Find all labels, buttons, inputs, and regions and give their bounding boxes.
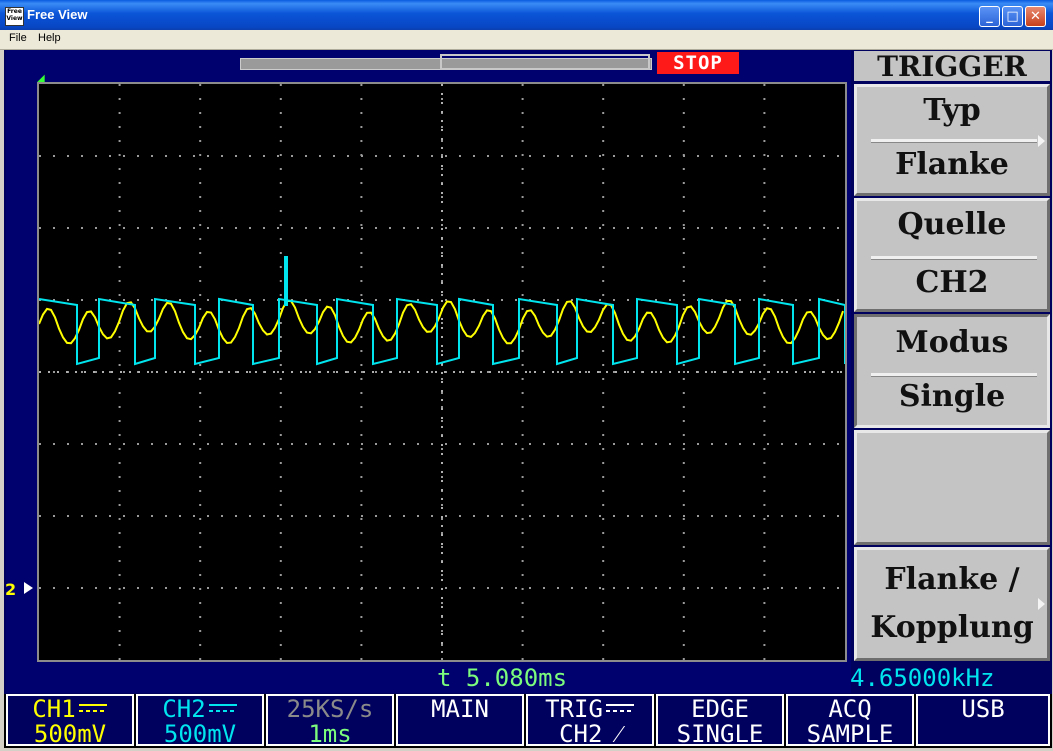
coupling-label: Kopplung xyxy=(870,610,1034,645)
main-status[interactable]: MAIN xyxy=(396,694,524,746)
ch2-scale: 500mV xyxy=(163,720,237,746)
separator xyxy=(871,139,1037,143)
source-label: Quelle xyxy=(897,207,1007,242)
menu-bar: File Help xyxy=(0,30,1053,50)
acq-status[interactable]: ACQ SAMPLE xyxy=(786,694,914,746)
timebase-value: 1ms xyxy=(308,720,352,746)
ch2-ground-marker: 2 xyxy=(5,580,17,599)
type-value: Flanke xyxy=(895,147,1009,182)
ground-arrow-icon xyxy=(24,582,33,594)
app-icon: Free View xyxy=(5,7,24,26)
ch1-status[interactable]: CH1 500mV xyxy=(6,694,134,746)
source-value: CH2 xyxy=(915,265,989,300)
acq-label: ACQ xyxy=(828,695,872,723)
ch1-label: CH1 xyxy=(32,695,76,723)
dc-coupling-icon xyxy=(605,704,634,712)
maximize-button[interactable]: □ xyxy=(1002,6,1023,27)
ch2-line: CH2 xyxy=(138,697,262,721)
window-title: Free View xyxy=(27,7,88,22)
frequency-readout: 4.65000kHz xyxy=(850,664,995,692)
ch1-line: CH1 xyxy=(8,697,132,721)
dc-coupling-icon xyxy=(208,704,237,712)
slope-coupling-button[interactable]: Flanke / Kopplung xyxy=(854,547,1050,661)
sample-rate: 25KS/s xyxy=(286,695,374,723)
edge-status[interactable]: EDGE SINGLE xyxy=(656,694,784,746)
trigger-source-button[interactable]: Quelle CH2 xyxy=(854,198,1050,312)
mode-value: Single xyxy=(898,379,1006,414)
trigger-status[interactable]: TRIG CH2 ⁄ xyxy=(526,694,654,746)
menu-help[interactable]: Help xyxy=(38,32,61,44)
waveform-plot xyxy=(39,84,845,660)
trigger-menu-title: TRIGGER xyxy=(854,51,1050,82)
ch2-status[interactable]: CH2 500mV xyxy=(136,694,264,746)
submenu-arrow-icon xyxy=(1038,135,1045,147)
menu-file[interactable]: File xyxy=(9,32,27,44)
trig-line: TRIG xyxy=(528,697,652,721)
graticule xyxy=(37,82,847,662)
trigger-type-button[interactable]: Typ Flanke xyxy=(854,84,1050,196)
title-bar: Free View Free View _ □ ✕ xyxy=(0,0,1053,30)
usb-status[interactable]: USB xyxy=(916,694,1050,746)
submenu-arrow-icon xyxy=(1038,598,1045,610)
ch1-scale: 500mV xyxy=(33,720,107,746)
run-state-badge: STOP xyxy=(657,52,739,74)
edge-mode: SINGLE xyxy=(676,720,764,746)
time-readout: t 5.080ms xyxy=(437,664,568,692)
close-button[interactable]: ✕ xyxy=(1025,6,1046,27)
empty-menu-button[interactable] xyxy=(854,430,1050,545)
mode-label: Modus xyxy=(895,325,1009,360)
status-bar: CH1 500mV CH2 500mV 25KS/s 1ms MAIN TRIG… xyxy=(4,694,1052,748)
trigger-mode-button[interactable]: Modus Single xyxy=(854,314,1050,428)
memory-window-marker xyxy=(440,54,650,70)
trig-source: CH2 ⁄ xyxy=(559,720,621,746)
main-label: MAIN xyxy=(431,695,489,723)
slope-label: Flanke / xyxy=(884,562,1020,597)
trig-label: TRIG xyxy=(545,695,603,723)
acq-mode: SAMPLE xyxy=(806,720,894,746)
ch2-label: CH2 xyxy=(162,695,206,723)
usb-label: USB xyxy=(961,695,1005,723)
minimize-button[interactable]: _ xyxy=(979,6,1000,27)
separator xyxy=(871,256,1037,260)
edge-label: EDGE xyxy=(691,695,749,723)
separator xyxy=(871,373,1037,377)
timebase-status[interactable]: 25KS/s 1ms xyxy=(266,694,394,746)
type-label: Typ xyxy=(923,93,981,128)
dc-coupling-icon xyxy=(78,704,107,712)
